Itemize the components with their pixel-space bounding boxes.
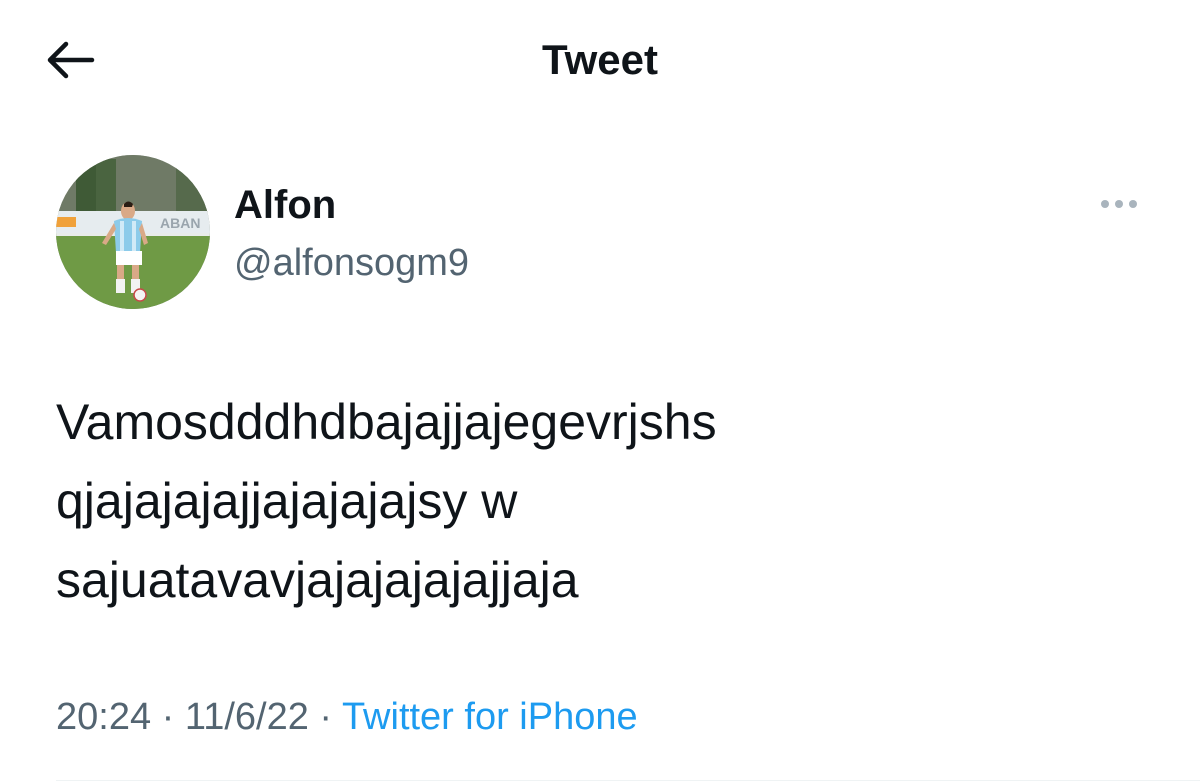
meta-separator: · <box>319 696 333 738</box>
tweet-time: 20:24 <box>56 696 152 738</box>
svg-text:ABAN: ABAN <box>160 215 200 231</box>
tweet-date: 11/6/22 <box>184 696 309 738</box>
more-options-button[interactable] <box>1094 186 1150 222</box>
author-handle[interactable]: @alfonsogm9 <box>234 240 469 286</box>
tweet-text: Vamosdddhdbajajjajegevrjshs qjajajajajja… <box>56 394 717 608</box>
tweet-header: Tweet <box>0 0 1200 120</box>
profile-photo: ABAN <box>56 155 210 309</box>
meta-separator: · <box>161 696 175 738</box>
page-title: Tweet <box>542 36 658 83</box>
divider <box>56 780 1200 781</box>
more-horizontal-icon <box>1101 200 1137 208</box>
avatar[interactable]: ABAN <box>56 155 210 309</box>
tweet-meta: 20:24 · 11/6/22 · Twitter for iPhone <box>56 694 638 740</box>
tweet-source-link[interactable]: Twitter for iPhone <box>342 696 638 738</box>
author-display-name[interactable]: Alfon <box>234 182 336 228</box>
